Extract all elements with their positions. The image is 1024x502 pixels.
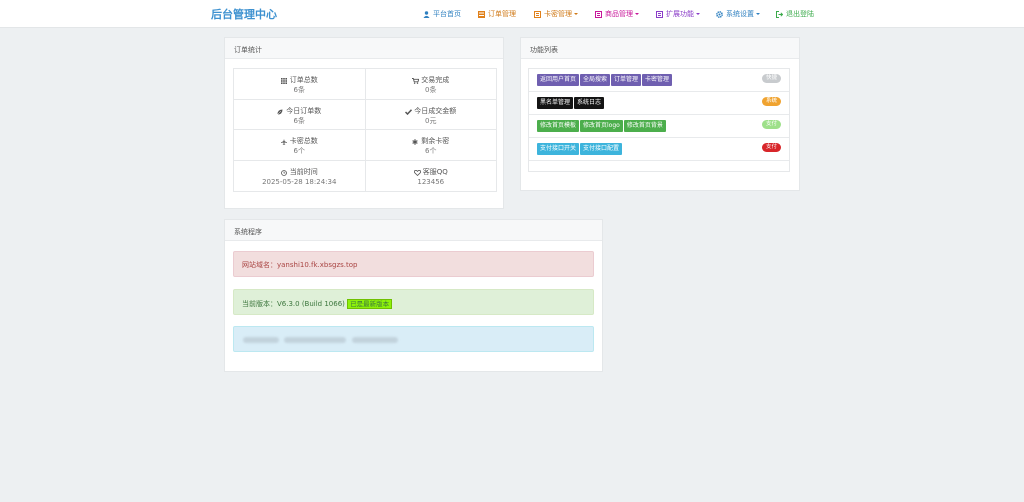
- stat-today-orders: 今日订单数 6条: [234, 99, 366, 129]
- stats-row: 卡密总数 6个 剩余卡密 6个: [234, 130, 496, 161]
- order-stats-panel: 订单统计 订单总数 6条 交易完成 0条 今日订单数 6条 今日成交金额 0元: [224, 37, 504, 209]
- category-badge: 快捷: [761, 74, 781, 83]
- stats-row: 订单总数 6条 交易完成 0条: [234, 69, 496, 100]
- stat-value: 123456: [417, 177, 445, 186]
- stat-value: 6条: [293, 116, 305, 125]
- list-icon: [478, 10, 485, 18]
- book-icon: [534, 10, 541, 18]
- nav-system-settings[interactable]: 系统设置: [716, 9, 760, 19]
- nav-logout[interactable]: 退出登陆: [776, 9, 814, 19]
- chevron-down-icon: [574, 13, 578, 15]
- panel-title: 功能列表: [521, 38, 799, 59]
- system-log-button[interactable]: 系统日志: [574, 97, 605, 109]
- site-domain-text: 网站域名：yanshi10.fk.xbsgzs.top: [242, 261, 358, 269]
- nav-label: 平台首页: [433, 10, 461, 18]
- heart-icon: [413, 169, 421, 176]
- panel-title: 订单统计: [225, 38, 503, 59]
- top-navbar: 后台管理中心 平台首页 订单管理 卡密管理 商品管理 扩展功能 系统设置 退出登…: [0, 0, 1024, 28]
- stat-label: 剩余卡密: [421, 137, 450, 145]
- brand-title[interactable]: 后台管理中心: [211, 6, 277, 22]
- nav-label: 商品管理: [605, 10, 633, 18]
- order-stats-grid: 订单总数 6条 交易完成 0条 今日订单数 6条 今日成交金额 0元 卡密总数 …: [233, 68, 497, 192]
- stat-remaining-cards: 剩余卡密 6个: [366, 130, 497, 160]
- order-management-button[interactable]: 订单管理: [611, 74, 642, 86]
- stat-value: 2025-05-28 18:24:34: [262, 177, 337, 186]
- grid-icon: [280, 77, 287, 84]
- info-alert-blurred: [233, 326, 594, 352]
- stat-value: 0元: [425, 116, 437, 125]
- nav-card-management[interactable]: 卡密管理: [534, 9, 578, 19]
- latest-version-badge: 已是最新版本: [347, 299, 393, 309]
- global-search-button[interactable]: 全局搜索: [580, 74, 611, 86]
- payment-switch-button[interactable]: 支付接口开关: [537, 143, 580, 155]
- card-management-button[interactable]: 卡密管理: [642, 74, 673, 86]
- chevron-down-icon: [756, 13, 760, 15]
- edit-home-background-button[interactable]: 修改首页背景: [623, 120, 666, 132]
- version-alert: 当前版本：V6.3.0 (Build 1066) 已是最新版本: [233, 289, 594, 315]
- category-badge: 支付: [761, 120, 781, 129]
- function-row-homepage: 修改首页模板 修改首页logo 修改首页背景 支付: [529, 115, 789, 138]
- stat-label: 卡密总数: [289, 137, 318, 145]
- function-list: 返回用户首页 全局搜索 订单管理 卡密管理 快捷 黑名单管理 系统日志 系统 修改首页模…: [528, 68, 790, 172]
- function-list-panel: 功能列表 返回用户首页 全局搜索 订单管理 卡密管理 快捷 黑名单管理 系统日志 系统 …: [520, 37, 800, 191]
- logout-icon: [776, 10, 784, 18]
- stat-label: 客服QQ: [422, 167, 448, 176]
- stat-total-cards: 卡密总数 6个: [234, 130, 366, 160]
- function-row-payment: 支付接口开关 支付接口配置 支付: [529, 138, 789, 161]
- book-icon: [595, 10, 602, 18]
- redacted-text: [284, 337, 346, 343]
- stat-value: 6个: [425, 147, 437, 155]
- nav-product-management[interactable]: 商品管理: [595, 9, 639, 19]
- stat-total-orders: 订单总数 6条: [234, 69, 366, 99]
- user-icon: [423, 10, 430, 18]
- nav-label: 订单管理: [488, 10, 516, 18]
- stat-current-time: 当前时间 2025-05-28 18:24:34: [234, 160, 366, 191]
- stat-value: 6个: [293, 147, 305, 155]
- stat-completed: 交易完成 0条: [366, 69, 497, 99]
- chevron-down-icon: [696, 13, 700, 15]
- stats-row: 当前时间 2025-05-28 18:24:34 客服QQ 123456: [234, 160, 497, 192]
- redacted-text: [243, 337, 279, 343]
- book-icon: [656, 10, 663, 18]
- nav-label: 扩展功能: [666, 10, 694, 18]
- redacted-text: [352, 337, 398, 343]
- nav-label: 卡密管理: [544, 10, 572, 18]
- edit-home-logo-button[interactable]: 修改首页logo: [580, 120, 623, 132]
- nav-label: 系统设置: [726, 10, 754, 18]
- nav-extensions[interactable]: 扩展功能: [656, 9, 700, 19]
- nav-platform-home[interactable]: 平台首页: [423, 9, 461, 19]
- version-text: 当前版本：V6.3.0 (Build 1066): [242, 300, 345, 308]
- category-badge: 系统: [761, 97, 781, 106]
- asterisk-icon: [412, 138, 418, 145]
- stat-label: 今日成交金额: [414, 106, 457, 115]
- payment-config-button[interactable]: 支付接口配置: [580, 143, 623, 155]
- stat-value: 0条: [425, 86, 437, 94]
- leaf-icon: [277, 108, 283, 115]
- edit-home-template-button[interactable]: 修改首页模板: [537, 120, 580, 132]
- back-to-user-home-button[interactable]: 返回用户首页: [537, 74, 580, 86]
- stat-label: 订单总数: [289, 76, 318, 84]
- system-program-panel: 系统程序 网站域名：yanshi10.fk.xbsgzs.top 当前版本：V6…: [224, 219, 603, 372]
- chevron-down-icon: [635, 13, 639, 15]
- gear-icon: [716, 10, 723, 18]
- nav-label: 退出登陆: [786, 10, 814, 18]
- clock-icon: [280, 169, 287, 176]
- stat-service-qq: 客服QQ 123456: [366, 161, 497, 192]
- stat-today-amount: 今日成交金额 0元: [366, 100, 497, 130]
- nav-order-management[interactable]: 订单管理: [478, 9, 516, 19]
- stat-label: 今日订单数: [286, 106, 322, 115]
- cart-icon: [412, 77, 420, 84]
- stat-label: 当前时间: [289, 167, 318, 176]
- function-row-system: 黑名单管理 系统日志 系统: [529, 92, 789, 115]
- function-row-shortcuts: 返回用户首页 全局搜索 订单管理 卡密管理 快捷: [529, 69, 789, 92]
- plane-icon: [280, 138, 287, 145]
- category-badge: 支付: [761, 143, 781, 152]
- site-domain-alert: 网站域名：yanshi10.fk.xbsgzs.top: [233, 251, 594, 277]
- panel-title: 系统程序: [225, 220, 602, 241]
- stats-row: 今日订单数 6条 今日成交金额 0元: [234, 99, 497, 130]
- check-icon: [405, 108, 413, 115]
- blacklist-management-button[interactable]: 黑名单管理: [537, 97, 574, 109]
- stat-label: 交易完成: [421, 76, 450, 84]
- stat-value: 6条: [293, 86, 305, 94]
